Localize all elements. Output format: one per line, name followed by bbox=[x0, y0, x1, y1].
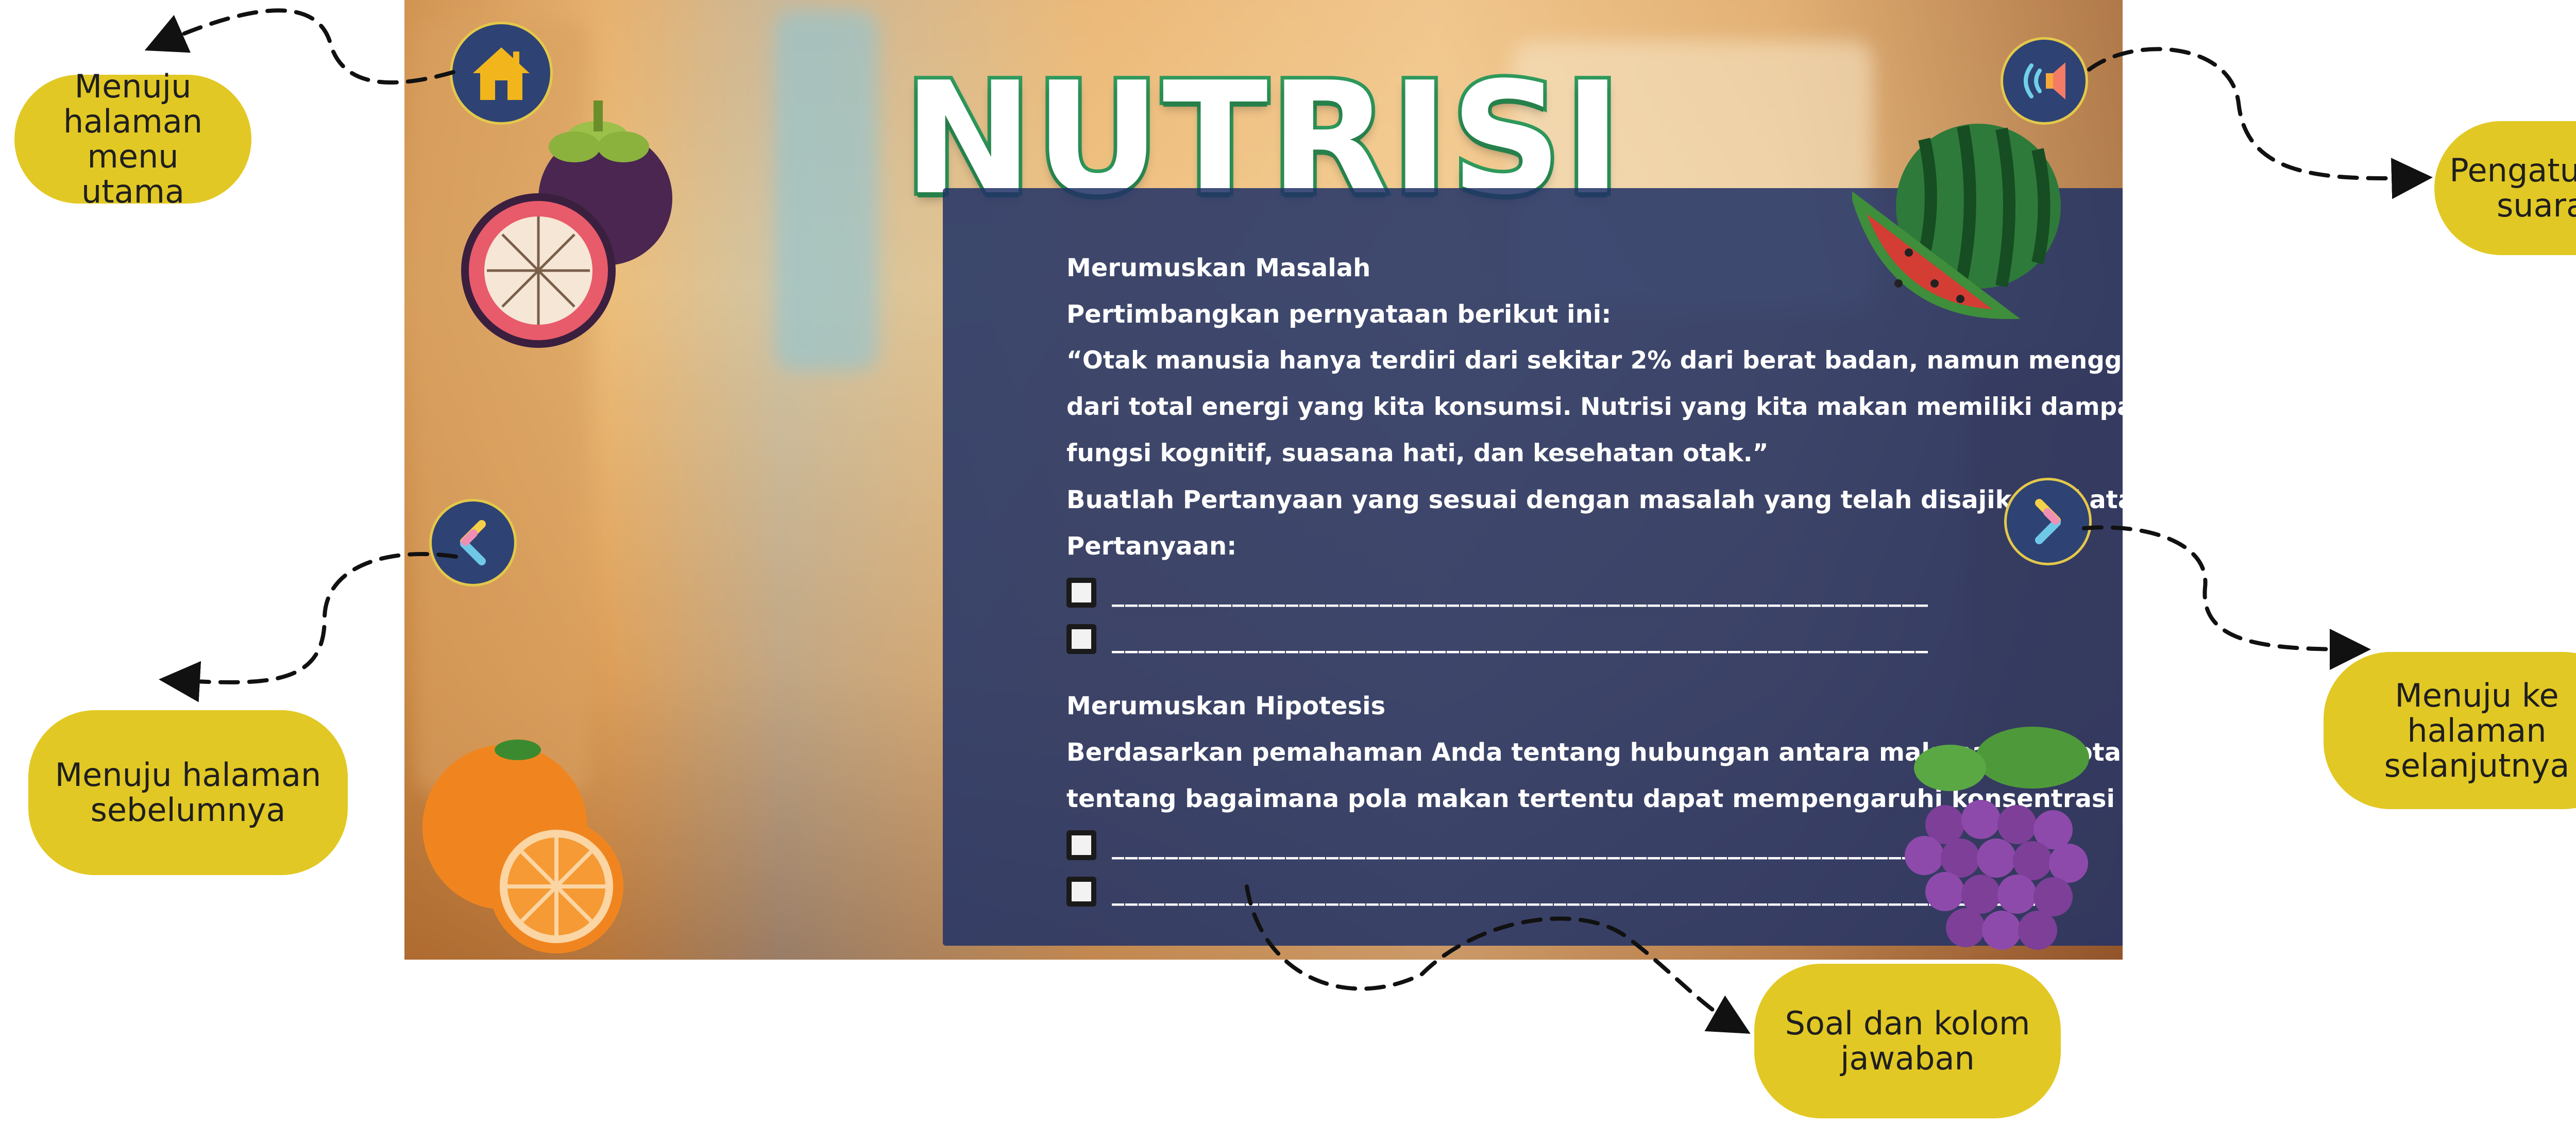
arrow-next bbox=[2082, 525, 2371, 670]
arrow-questions bbox=[1245, 884, 1751, 1034]
arrow-previous bbox=[159, 552, 458, 702]
arrow-sound bbox=[2087, 47, 2433, 199]
arrow-home bbox=[144, 8, 455, 85]
annotation-arrows bbox=[144, 8, 2433, 1034]
